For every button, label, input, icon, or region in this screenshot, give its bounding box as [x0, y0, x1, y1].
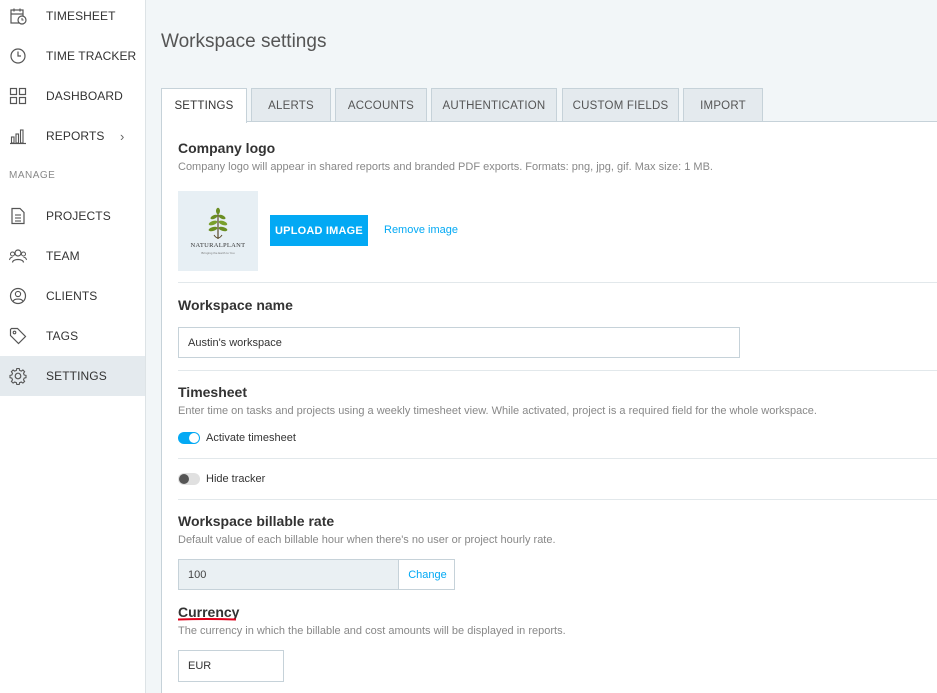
workspace-name-input[interactable] — [178, 327, 740, 358]
sidebar-item-clients[interactable]: CLIENTS — [0, 276, 145, 316]
tab-authentication[interactable]: AUTHENTICATION — [431, 88, 557, 122]
sidebar: TIMESHEET TIME TRACKER DASHBOARD REPORTS… — [0, 0, 146, 693]
divider — [178, 370, 937, 371]
currency-description: The currency in which the billable and c… — [178, 625, 566, 637]
sidebar-item-label: TIMESHEET — [46, 9, 116, 23]
sidebar-item-label: TEAM — [46, 249, 80, 263]
team-icon — [9, 249, 27, 263]
tab-settings[interactable]: SETTINGS — [161, 88, 247, 123]
hide-tracker-label: Hide tracker — [206, 473, 266, 485]
billable-rate-heading: Workspace billable rate — [178, 513, 335, 529]
company-logo-image: NATURALPLANT Bringing the Earth to You — [178, 191, 258, 271]
spellcheck-underline — [178, 618, 236, 621]
sidebar-item-dashboard[interactable]: DASHBOARD — [0, 76, 145, 116]
company-logo-heading: Company logo — [178, 140, 276, 156]
sidebar-item-timesheet[interactable]: TIMESHEET — [0, 0, 145, 36]
currency-select[interactable]: EUR — [178, 650, 284, 682]
tab-accounts[interactable]: ACCOUNTS — [335, 88, 427, 122]
sidebar-item-team[interactable]: TEAM — [0, 236, 145, 276]
sidebar-item-label: PROJECTS — [46, 209, 111, 223]
tab-alerts[interactable]: ALERTS — [251, 88, 331, 122]
sidebar-item-label: TAGS — [46, 329, 79, 343]
billable-rate-value: 100 — [179, 560, 399, 589]
clock-icon — [10, 48, 26, 64]
timesheet-icon — [10, 8, 27, 25]
sidebar-item-settings[interactable]: SETTINGS — [0, 356, 145, 396]
sidebar-item-label: SETTINGS — [46, 369, 107, 383]
sidebar-item-label: TIME TRACKER — [46, 49, 137, 63]
upload-image-button[interactable]: UPLOAD IMAGE — [270, 215, 368, 246]
remove-image-link[interactable]: Remove image — [384, 224, 458, 236]
page-title: Workspace settings — [161, 31, 327, 52]
sidebar-item-reports[interactable]: REPORTS › — [0, 116, 145, 156]
tab-custom-fields[interactable]: CUSTOM FIELDS — [562, 88, 679, 122]
bar-chart-icon — [10, 129, 26, 145]
tag-icon — [9, 327, 27, 345]
chevron-right-icon: › — [120, 128, 125, 144]
sidebar-item-label: DASHBOARD — [46, 89, 123, 103]
activate-timesheet-toggle[interactable] — [178, 432, 200, 444]
sidebar-item-label: CLIENTS — [46, 289, 98, 303]
billable-rate-field: 100 Change — [178, 559, 455, 590]
user-circle-icon — [9, 287, 27, 305]
company-logo-description: Company logo will appear in shared repor… — [178, 161, 713, 173]
timesheet-description: Enter time on tasks and projects using a… — [178, 405, 817, 417]
activate-timesheet-label: Activate timesheet — [206, 432, 296, 444]
sidebar-item-time-tracker[interactable]: TIME TRACKER — [0, 36, 145, 76]
document-icon — [11, 207, 25, 225]
divider — [178, 458, 937, 459]
logo-tagline: Bringing the Earth to You — [201, 251, 235, 255]
divider — [178, 282, 937, 283]
gear-icon — [9, 367, 27, 385]
sidebar-item-label: REPORTS — [46, 129, 105, 143]
plant-logo-icon — [208, 207, 228, 239]
workspace-name-heading: Workspace name — [178, 297, 293, 313]
sidebar-item-projects[interactable]: PROJECTS — [0, 196, 145, 236]
timesheet-heading: Timesheet — [178, 384, 247, 400]
hide-tracker-toggle[interactable] — [178, 473, 200, 485]
sidebar-item-tags[interactable]: TAGS — [0, 316, 145, 356]
divider — [178, 499, 937, 500]
tab-import[interactable]: IMPORT — [683, 88, 763, 122]
logo-brand-text: NATURALPLANT — [190, 242, 246, 249]
billable-rate-description: Default value of each billable hour when… — [178, 534, 556, 546]
dashboard-icon — [9, 87, 27, 105]
section-label-manage: MANAGE — [9, 170, 56, 181]
change-rate-button[interactable]: Change — [400, 560, 455, 589]
